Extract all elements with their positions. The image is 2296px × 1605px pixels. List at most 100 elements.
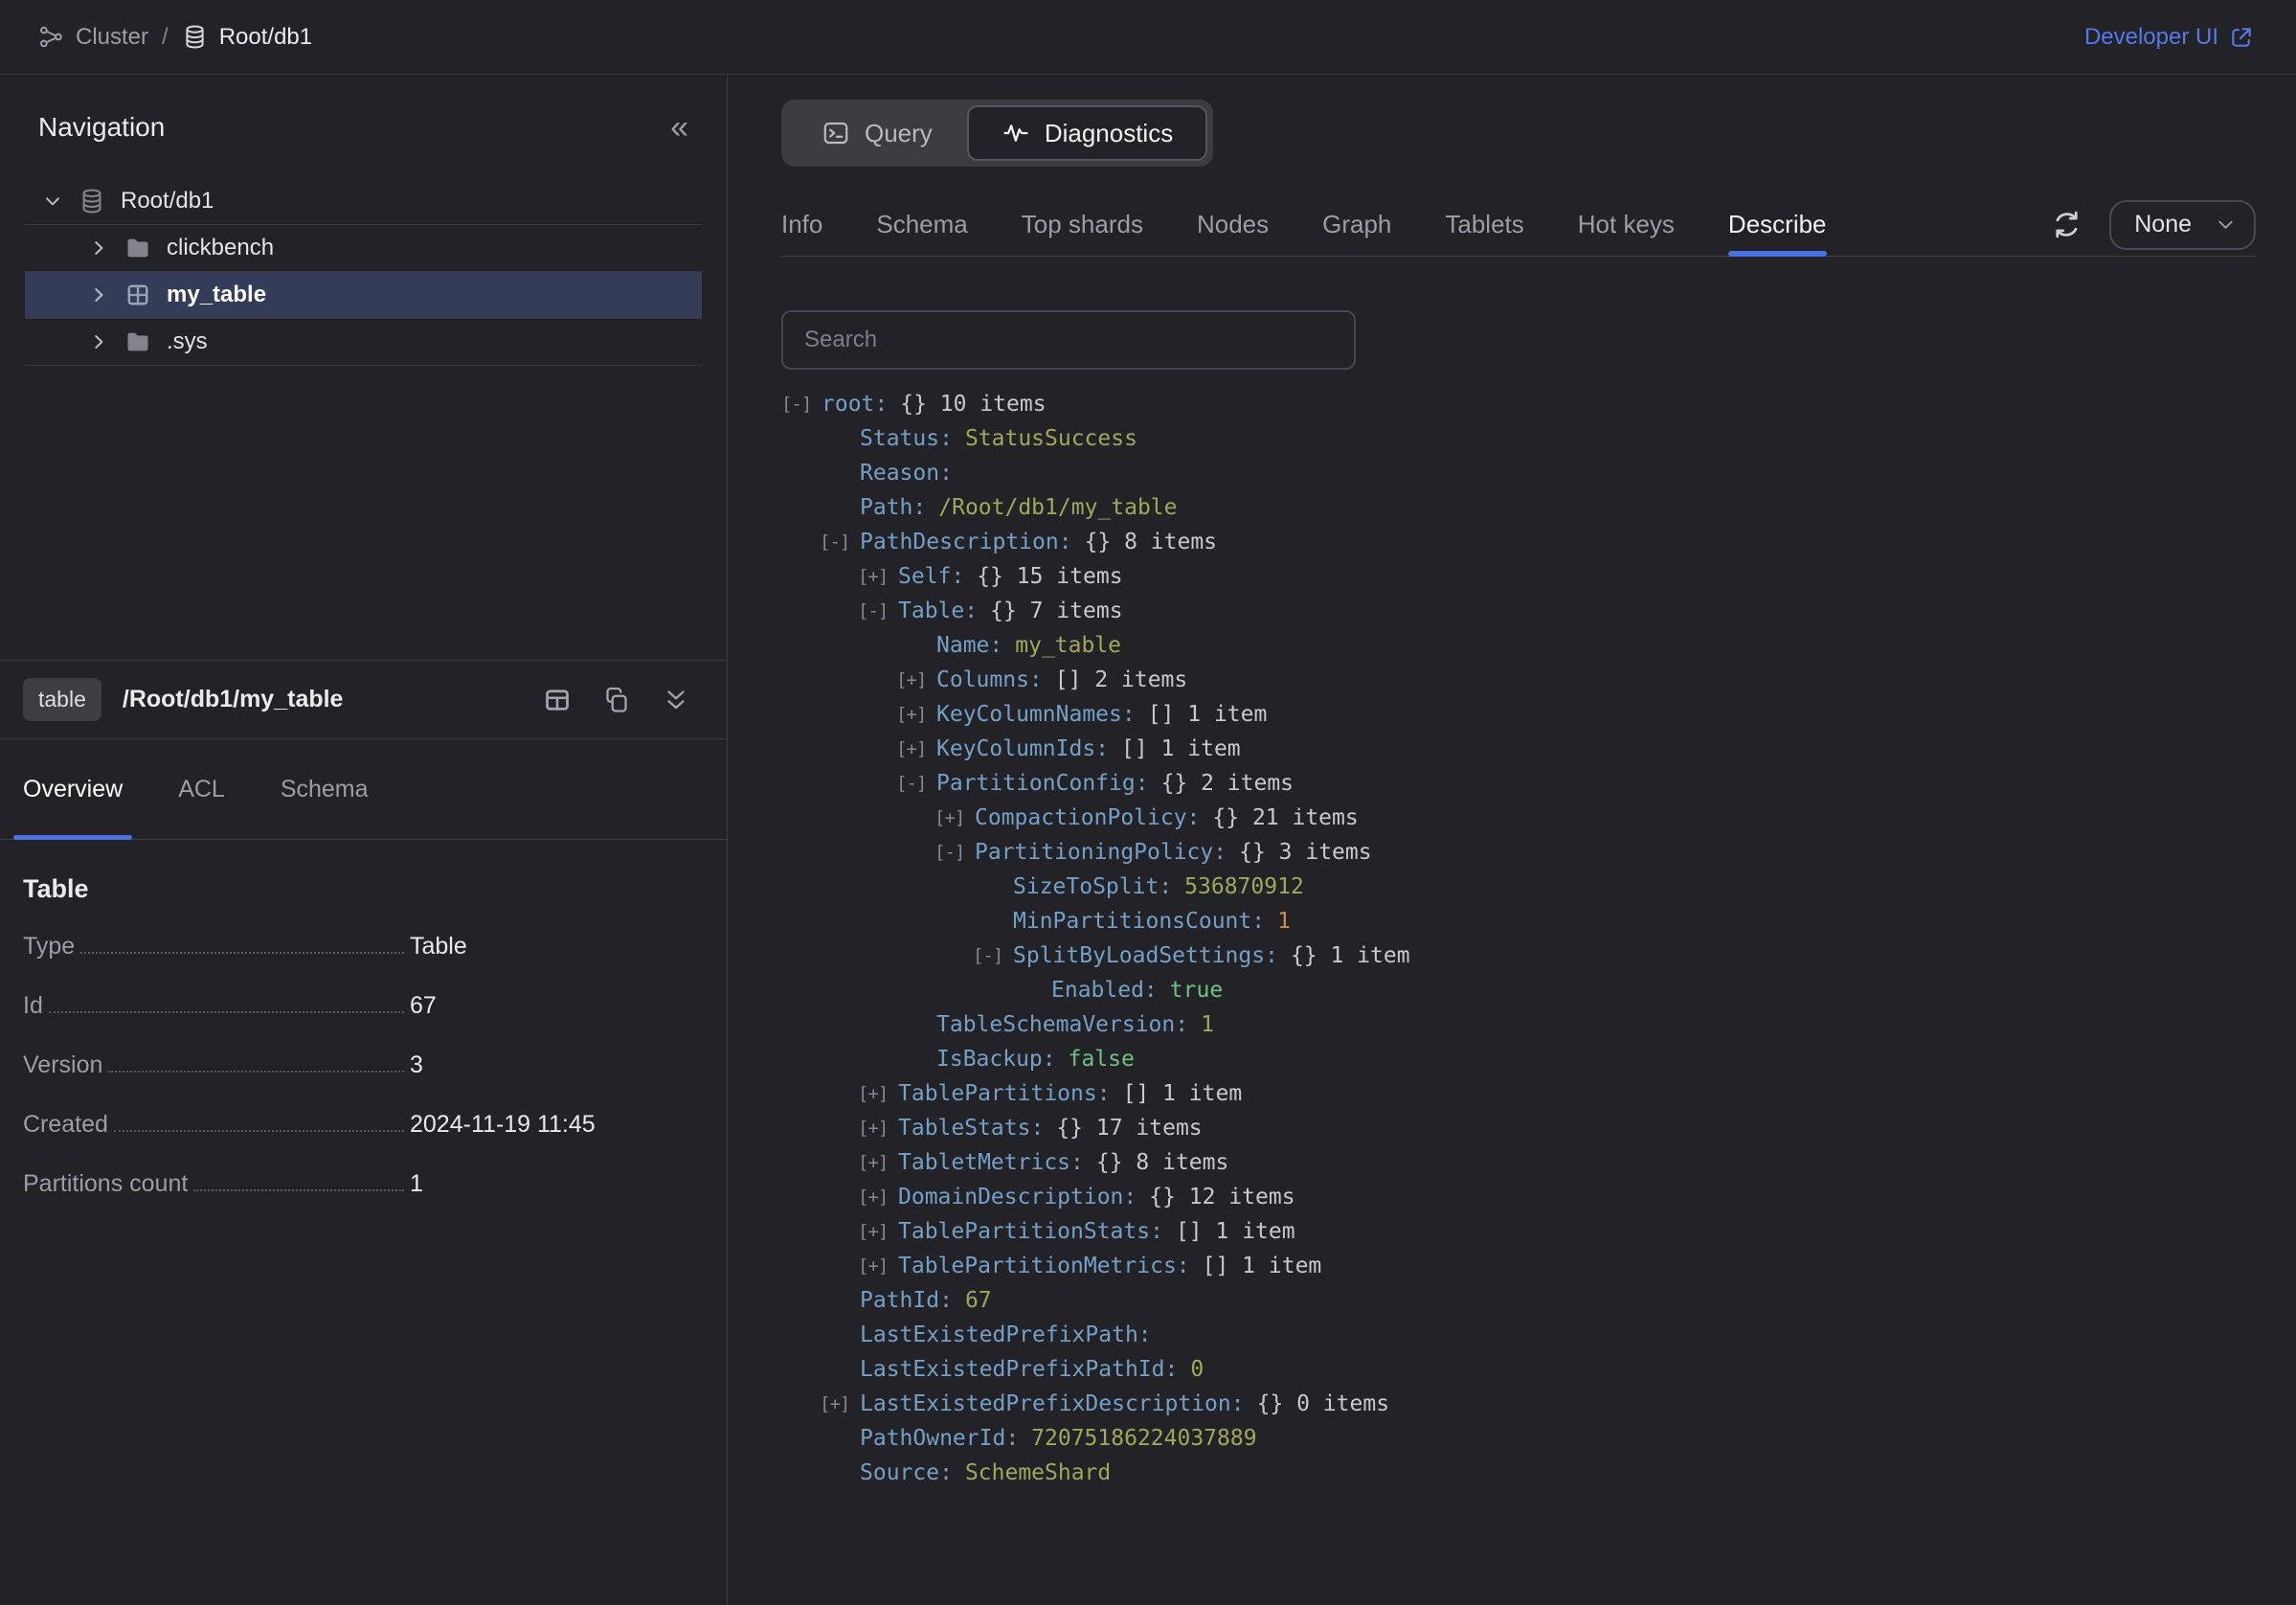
tab-tablets[interactable]: Tablets [1445,193,1523,256]
json-key: PathOwnerId: [860,1426,1019,1451]
expander-slot: [+] [934,807,975,828]
tab-nodes[interactable]: Nodes [1197,193,1269,256]
tab-describe[interactable]: Describe [1728,193,1827,256]
expand-node-toggle[interactable]: [+] [858,1221,888,1242]
describe-node: LastExistedPrefixPath: [781,1318,2256,1352]
chevron-right-icon[interactable] [88,284,109,305]
describe-node: [+]TablePartitions:[] 1 item [781,1076,2256,1111]
collapse-panel-icon[interactable]: « [670,111,688,144]
info-label: Created [23,1111,108,1139]
json-key: TableStats: [898,1116,1044,1141]
open-preview-button[interactable] [543,686,572,714]
collapse-node-toggle[interactable]: [-] [858,600,888,622]
expand-node-toggle[interactable]: [+] [896,669,926,690]
info-row: Id67 [23,992,704,1051]
json-value: StatusSuccess [965,426,1137,451]
expand-node-toggle[interactable]: [+] [858,1118,888,1139]
tree-item-clickbench[interactable]: clickbench [25,225,702,272]
describe-node: LastExistedPrefixPathId:0 [781,1352,2256,1387]
describe-node: [+]Self:{} 15 items [781,559,2256,594]
expander-slot: [+] [858,1187,898,1208]
json-key: SizeToSplit: [1013,874,1172,899]
json-meta: [] 1 item [1148,702,1268,727]
expander-slot: [+] [858,1083,898,1104]
tab-overview[interactable]: Overview [23,739,123,839]
dotted-leader [114,1130,404,1132]
copy-path-button[interactable] [602,686,631,714]
expand-node-toggle[interactable]: [+] [820,1393,849,1414]
json-key: Status: [860,426,953,451]
expand-node-toggle[interactable]: [+] [858,1083,888,1104]
double-chevron-down-icon [662,686,690,714]
tree-item-root-db1[interactable]: Root/db1 [25,178,702,225]
json-meta: {} 3 items [1239,840,1371,865]
describe-node: Source:SchemeShard [781,1456,2256,1490]
json-meta: {} 12 items [1149,1185,1294,1209]
tab-info[interactable]: Info [781,193,822,256]
chevron-right-icon[interactable] [88,237,109,259]
describe-node: [+]Columns:[] 2 items [781,663,2256,697]
json-key: Table: [898,599,978,623]
collapse-node-toggle[interactable]: [-] [934,842,964,863]
describe-node: SizeToSplit:536870912 [781,870,2256,904]
json-meta: [] 1 item [1121,736,1241,761]
expand-node-toggle[interactable]: [+] [858,1187,888,1208]
tab-top-shards[interactable]: Top shards [1022,193,1143,256]
describe-node: [+]LastExistedPrefixDescription:{} 0 ite… [781,1387,2256,1421]
expand-node-toggle[interactable]: [+] [934,807,964,828]
database-icon [79,188,105,215]
collapse-node-toggle[interactable]: [-] [781,394,811,415]
breadcrumb-cluster[interactable]: Cluster [38,24,148,51]
expand-node-toggle[interactable]: [+] [896,704,926,725]
autorefresh-select[interactable]: None [2109,200,2256,250]
tab-hot-keys[interactable]: Hot keys [1578,193,1675,256]
chevron-right-icon[interactable] [88,331,109,352]
collapse-node-toggle[interactable]: [-] [973,945,1002,966]
tab-schema[interactable]: Schema [281,739,369,839]
expander-slot: [+] [896,669,936,690]
describe-node: [-]root:{} 10 items [781,387,2256,421]
dotted-leader [193,1189,404,1191]
collapse-node-toggle[interactable]: [-] [896,773,926,794]
breadcrumb-entity[interactable]: Root/db1 [182,24,312,51]
app-header: Cluster / Root/db1 Developer UI [0,0,2296,75]
external-link-icon [2229,25,2254,50]
json-key: LastExistedPrefixPathId: [860,1357,1178,1382]
refresh-button[interactable] [2051,209,2082,240]
search-input[interactable] [781,310,1356,370]
tab-schema[interactable]: Schema [876,193,967,256]
json-key: IsBackup: [936,1047,1056,1072]
diagnostics-view-button[interactable]: Diagnostics [967,105,1207,161]
breadcrumb-entity-label: Root/db1 [219,24,312,51]
json-key: PartitioningPolicy: [975,840,1227,865]
cluster-icon [38,24,64,50]
dotted-leader [108,1071,404,1073]
main-panel: Query Diagnostics Info Schema Top shards No… [728,75,2296,1605]
tree-item-my-table[interactable]: my_table [25,272,702,319]
expand-node-toggle[interactable]: [+] [896,738,926,759]
collapse-node-toggle[interactable]: [-] [820,531,849,553]
info-row-left: Type [23,933,406,961]
info-row: Created2024-11-19 11:45 [23,1111,704,1170]
describe-node: [-]PartitionConfig:{} 2 items [781,766,2256,801]
json-meta: {} 2 items [1161,771,1294,796]
chevron-down-icon[interactable] [42,191,63,212]
describe-node: [-]Table:{} 7 items [781,594,2256,628]
tab-graph[interactable]: Graph [1322,193,1391,256]
json-key: TableSchemaVersion: [936,1012,1188,1037]
json-key: LastExistedPrefixPath: [860,1322,1152,1347]
expand-node-toggle[interactable]: [+] [858,1255,888,1277]
expand-node-toggle[interactable]: [+] [858,1152,888,1173]
breadcrumb-cluster-label: Cluster [76,24,148,51]
expand-node-toggle[interactable]: [+] [858,566,888,587]
developer-ui-link[interactable]: Developer UI [2084,24,2254,51]
expand-summary-button[interactable] [662,686,690,714]
tree-item--sys[interactable]: .sys [25,319,702,366]
json-key: PathId: [860,1288,953,1313]
describe-node: TableSchemaVersion:1 [781,1007,2256,1042]
table-preview-icon [543,686,572,714]
query-view-button[interactable]: Query [787,105,967,161]
tab-acl[interactable]: ACL [178,739,225,839]
expander-slot: [+] [896,738,936,759]
json-key: Enabled: [1051,978,1158,1003]
